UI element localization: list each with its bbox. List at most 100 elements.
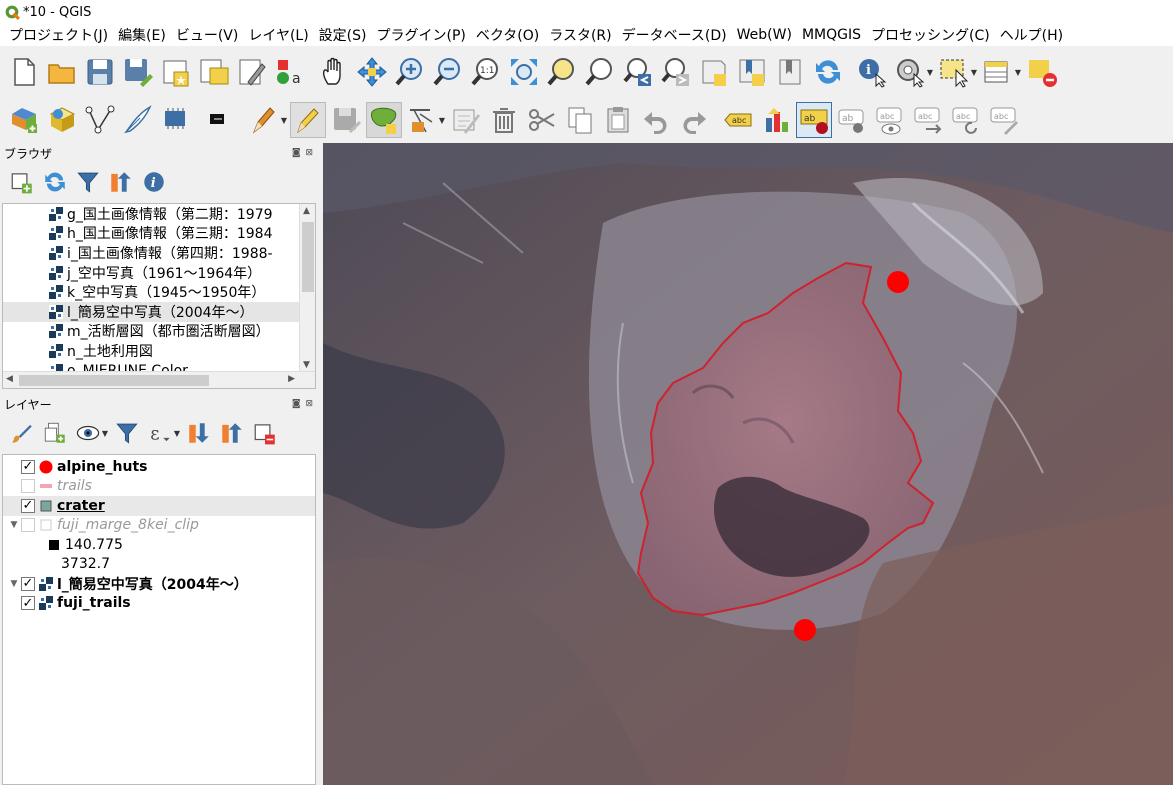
- attribute-table-button[interactable]: [980, 54, 1016, 90]
- layout-manager-button[interactable]: [196, 54, 232, 90]
- menu-layer[interactable]: レイヤ(L): [243, 25, 313, 45]
- spatial-bookmark-button[interactable]: [772, 54, 808, 90]
- manage-map-themes-button[interactable]: [72, 417, 104, 449]
- zoom-last-button[interactable]: [620, 54, 656, 90]
- layer-visibility-checkbox[interactable]: ✓: [21, 576, 35, 591]
- new-virtual-layer-button[interactable]: [158, 102, 194, 138]
- toggle-editing-button[interactable]: [290, 102, 326, 138]
- map-canvas[interactable]: [323, 143, 1173, 785]
- menu-processing[interactable]: プロセッシング(C): [866, 25, 995, 45]
- new-temp-layer-button[interactable]: [120, 102, 156, 138]
- undo-button[interactable]: [638, 102, 674, 138]
- zoom-to-selection-button[interactable]: [544, 54, 580, 90]
- layer-tree[interactable]: ✓ alpine_huts trails ✓ crater ▼ fuji_mar…: [2, 454, 316, 785]
- save-project-button[interactable]: [82, 54, 118, 90]
- layer-visibility-checkbox[interactable]: [21, 518, 35, 533]
- panel-float-close-icon[interactable]: ◙ ⊠: [292, 399, 314, 409]
- layer-styling-button[interactable]: [6, 417, 38, 449]
- layer-row-alpine-huts[interactable]: ✓ alpine_huts: [3, 457, 315, 477]
- zoom-full-button[interactable]: [506, 54, 542, 90]
- menu-web[interactable]: Web(W): [732, 27, 797, 43]
- add-group-button[interactable]: [39, 417, 71, 449]
- remove-layer-button[interactable]: [249, 417, 281, 449]
- pin-labels-button[interactable]: ab: [834, 102, 870, 138]
- expand-all-button[interactable]: [183, 417, 215, 449]
- panel-float-close-icon[interactable]: ◙ ⊠: [292, 148, 314, 158]
- filter-legend-button[interactable]: [111, 417, 143, 449]
- layer-row-crater[interactable]: ✓ crater: [3, 496, 315, 516]
- layer-visibility-checkbox[interactable]: ✓: [21, 459, 35, 474]
- layer-visibility-checkbox[interactable]: ✓: [21, 498, 35, 513]
- cut-features-button[interactable]: [524, 102, 560, 138]
- delete-selected-button[interactable]: [486, 102, 522, 138]
- menu-edit[interactable]: 編集(E): [113, 25, 171, 45]
- style-gallery-button[interactable]: a: [272, 54, 308, 90]
- save-as-button[interactable]: [120, 54, 156, 90]
- new-3d-button[interactable]: [202, 102, 238, 138]
- print-layout-button[interactable]: [158, 54, 194, 90]
- layer-row-fuji-marge[interactable]: ▼ fuji_marge_8kei_clip: [3, 516, 315, 536]
- scroll-up-icon[interactable]: ▲: [303, 206, 310, 216]
- browser-collapse-all-button[interactable]: [105, 166, 137, 198]
- browser-item[interactable]: h_国土画像情報（第三期：1984: [3, 224, 315, 244]
- browser-item[interactable]: g_国土画像情報（第二期：1979: [3, 204, 315, 224]
- menu-project[interactable]: プロジェクト(J): [4, 25, 113, 45]
- change-label-button[interactable]: abc: [986, 102, 1022, 138]
- scroll-down-icon[interactable]: ▼: [303, 360, 310, 370]
- vertex-tool-button[interactable]: [404, 102, 440, 138]
- browser-filter-button[interactable]: [72, 166, 104, 198]
- collapse-all-button[interactable]: [216, 417, 248, 449]
- diagram-button[interactable]: [758, 102, 794, 138]
- layer-row-fuji-trails[interactable]: ✓ fuji_trails: [3, 594, 315, 614]
- browser-item-selected[interactable]: l_簡易空中写真（2004年〜）: [3, 301, 315, 322]
- menu-database[interactable]: データベース(D): [617, 25, 732, 45]
- collapse-arrow-icon[interactable]: ▼: [7, 520, 21, 530]
- label-toolbar-button[interactable]: abc: [720, 102, 756, 138]
- digitize-button[interactable]: [82, 102, 118, 138]
- copy-features-button[interactable]: [562, 102, 598, 138]
- select-features-button[interactable]: [936, 54, 972, 90]
- layer-row-trails[interactable]: trails: [3, 477, 315, 497]
- browser-item[interactable]: m_活断層図（都市圏活断層図）: [3, 322, 315, 342]
- collapse-arrow-icon[interactable]: ▼: [7, 579, 21, 589]
- move-label-button[interactable]: abc: [910, 102, 946, 138]
- scroll-right-icon[interactable]: ▶: [288, 374, 295, 384]
- highlight-labels-button[interactable]: ab: [796, 102, 832, 138]
- zoom-in-button[interactable]: [392, 54, 428, 90]
- browser-properties-button[interactable]: i: [138, 166, 170, 198]
- layer-row-aerial-photo[interactable]: ▼ ✓ l_簡易空中写真（2004年〜）: [3, 574, 315, 594]
- browser-item[interactable]: n_土地利用図: [3, 341, 315, 361]
- data-source-manager-button[interactable]: [6, 102, 42, 138]
- menu-settings[interactable]: 設定(S): [314, 25, 372, 45]
- browser-item[interactable]: j_空中写真（1961〜1964年）: [3, 263, 315, 283]
- rotate-label-button[interactable]: abc: [948, 102, 984, 138]
- save-edits-button[interactable]: [328, 102, 364, 138]
- browser-refresh-button[interactable]: [39, 166, 71, 198]
- layer-visibility-checkbox[interactable]: ✓: [21, 596, 35, 611]
- menu-vector[interactable]: ベクタ(O): [471, 25, 544, 45]
- browser-horizontal-scrollbar[interactable]: ◀ ▶: [3, 371, 315, 388]
- action-button[interactable]: [892, 54, 928, 90]
- style-manager-button[interactable]: [234, 54, 270, 90]
- menu-view[interactable]: ビュー(V): [171, 25, 244, 45]
- pan-to-selection-button[interactable]: [354, 54, 390, 90]
- filter-by-expression-button[interactable]: ε: [144, 417, 176, 449]
- zoom-next-button[interactable]: [658, 54, 694, 90]
- redo-button[interactable]: [676, 102, 712, 138]
- add-selected-layers-button[interactable]: [6, 166, 38, 198]
- current-edits-button[interactable]: [246, 102, 282, 138]
- identify-button[interactable]: i: [854, 54, 890, 90]
- pan-button[interactable]: [316, 54, 352, 90]
- refresh-button[interactable]: [810, 54, 846, 90]
- zoom-to-layer-button[interactable]: [582, 54, 618, 90]
- scrollbar-thumb[interactable]: [302, 222, 314, 292]
- zoom-native-button[interactable]: 1:1: [468, 54, 504, 90]
- menu-plugins[interactable]: プラグイン(P): [371, 25, 470, 45]
- scroll-left-icon[interactable]: ◀: [6, 374, 13, 384]
- new-bookmark-button[interactable]: [696, 54, 732, 90]
- deselect-button[interactable]: [1024, 54, 1060, 90]
- menu-raster[interactable]: ラスタ(R): [544, 25, 616, 45]
- paste-features-button[interactable]: [600, 102, 636, 138]
- open-project-button[interactable]: [44, 54, 80, 90]
- modify-attributes-button[interactable]: [448, 102, 484, 138]
